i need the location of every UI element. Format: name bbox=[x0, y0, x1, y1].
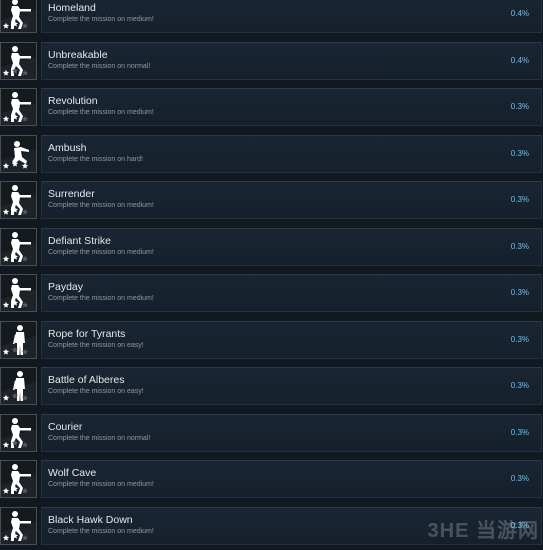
achievement-title: Wolf Cave bbox=[48, 467, 96, 479]
achievement-icon bbox=[0, 88, 37, 126]
achievement-title: Defiant Strike bbox=[48, 235, 111, 247]
achievement-row[interactable]: Rope for Tyrants Complete the mission on… bbox=[0, 318, 543, 365]
achievement-title: Ambush bbox=[48, 142, 87, 154]
unlock-percent: 0.4% bbox=[511, 56, 529, 65]
achievement-icon bbox=[0, 414, 37, 452]
achievement-row[interactable]: Battle of Alberes Complete the mission o… bbox=[0, 364, 543, 411]
achievement-title: Unbreakable bbox=[48, 49, 108, 61]
achievement-icon bbox=[0, 507, 37, 545]
achievement-description: Complete the mission on medium! bbox=[48, 16, 154, 23]
achievement-row[interactable]: Defiant Strike Complete the mission on m… bbox=[0, 225, 543, 272]
achievement-panel: Unbreakable Complete the mission on norm… bbox=[41, 42, 542, 80]
achievement-row[interactable]: Ambush Complete the mission on hard! 0.3… bbox=[0, 132, 543, 179]
achievement-panel: Revolution Complete the mission on mediu… bbox=[41, 88, 542, 126]
achievement-icon bbox=[0, 135, 37, 173]
achievement-panel: Ambush Complete the mission on hard! 0.3… bbox=[41, 135, 542, 173]
achievement-icon bbox=[0, 460, 37, 498]
achievement-panel: Payday Complete the mission on medium! 0… bbox=[41, 274, 542, 312]
achievement-title: Homeland bbox=[48, 2, 96, 14]
unlock-percent: 0.3% bbox=[511, 242, 529, 251]
achievement-title: Payday bbox=[48, 281, 83, 293]
unlock-percent: 0.4% bbox=[511, 9, 529, 18]
achievement-description: Complete the mission on normal! bbox=[48, 63, 150, 70]
unlock-percent: 0.3% bbox=[511, 149, 529, 158]
achievement-description: Complete the mission on easy! bbox=[48, 388, 144, 395]
achievement-description: Complete the mission on medium! bbox=[48, 249, 154, 256]
achievement-row[interactable]: Unbreakable Complete the mission on norm… bbox=[0, 39, 543, 86]
achievement-description: Complete the mission on normal! bbox=[48, 435, 150, 442]
achievement-panel: Battle of Alberes Complete the mission o… bbox=[41, 367, 542, 405]
achievement-description: Complete the mission on medium! bbox=[48, 109, 154, 116]
achievement-panel: Defiant Strike Complete the mission on m… bbox=[41, 228, 542, 266]
achievement-icon bbox=[0, 321, 37, 359]
achievement-panel: Wolf Cave Complete the mission on medium… bbox=[41, 460, 542, 498]
achievement-icon bbox=[0, 367, 37, 405]
achievement-description: Complete the mission on hard! bbox=[48, 156, 143, 163]
achievement-title: Revolution bbox=[48, 95, 98, 107]
achievement-icon bbox=[0, 274, 37, 312]
achievement-panel: Homeland Complete the mission on medium!… bbox=[41, 0, 542, 33]
achievement-row[interactable]: Revolution Complete the mission on mediu… bbox=[0, 85, 543, 132]
unlock-percent: 0.3% bbox=[511, 102, 529, 111]
achievement-row[interactable]: Surrender Complete the mission on medium… bbox=[0, 178, 543, 225]
achievement-row[interactable]: Payday Complete the mission on medium! 0… bbox=[0, 271, 543, 318]
unlock-percent: 0.3% bbox=[511, 428, 529, 437]
achievement-description: Complete the mission on medium! bbox=[48, 528, 154, 535]
achievement-list: Homeland Complete the mission on medium!… bbox=[0, 0, 543, 550]
unlock-percent: 0.3% bbox=[511, 381, 529, 390]
achievement-description: Complete the mission on medium! bbox=[48, 481, 154, 488]
achievement-row[interactable]: Courier Complete the mission on normal! … bbox=[0, 411, 543, 458]
achievement-description: Complete the mission on easy! bbox=[48, 342, 144, 349]
achievement-panel: Surrender Complete the mission on medium… bbox=[41, 181, 542, 219]
unlock-percent: 0.3% bbox=[511, 474, 529, 483]
site-watermark: 3HE 当游网 bbox=[428, 514, 539, 543]
achievement-title: Surrender bbox=[48, 188, 95, 200]
achievement-icon bbox=[0, 42, 37, 80]
achievement-title: Rope for Tyrants bbox=[48, 328, 125, 340]
achievement-row[interactable]: Wolf Cave Complete the mission on medium… bbox=[0, 457, 543, 504]
achievement-panel: Rope for Tyrants Complete the mission on… bbox=[41, 321, 542, 359]
achievement-title: Courier bbox=[48, 421, 82, 433]
achievement-panel: Courier Complete the mission on normal! … bbox=[41, 414, 542, 452]
achievement-description: Complete the mission on medium! bbox=[48, 202, 154, 209]
achievement-description: Complete the mission on medium! bbox=[48, 295, 154, 302]
achievement-icon bbox=[0, 228, 37, 266]
unlock-percent: 0.3% bbox=[511, 335, 529, 344]
achievement-title: Battle of Alberes bbox=[48, 374, 124, 386]
achievement-row[interactable]: Homeland Complete the mission on medium!… bbox=[0, 0, 543, 39]
achievement-icon bbox=[0, 0, 37, 33]
unlock-percent: 0.3% bbox=[511, 288, 529, 297]
achievement-icon bbox=[0, 181, 37, 219]
unlock-percent: 0.3% bbox=[511, 195, 529, 204]
achievement-title: Black Hawk Down bbox=[48, 514, 133, 526]
